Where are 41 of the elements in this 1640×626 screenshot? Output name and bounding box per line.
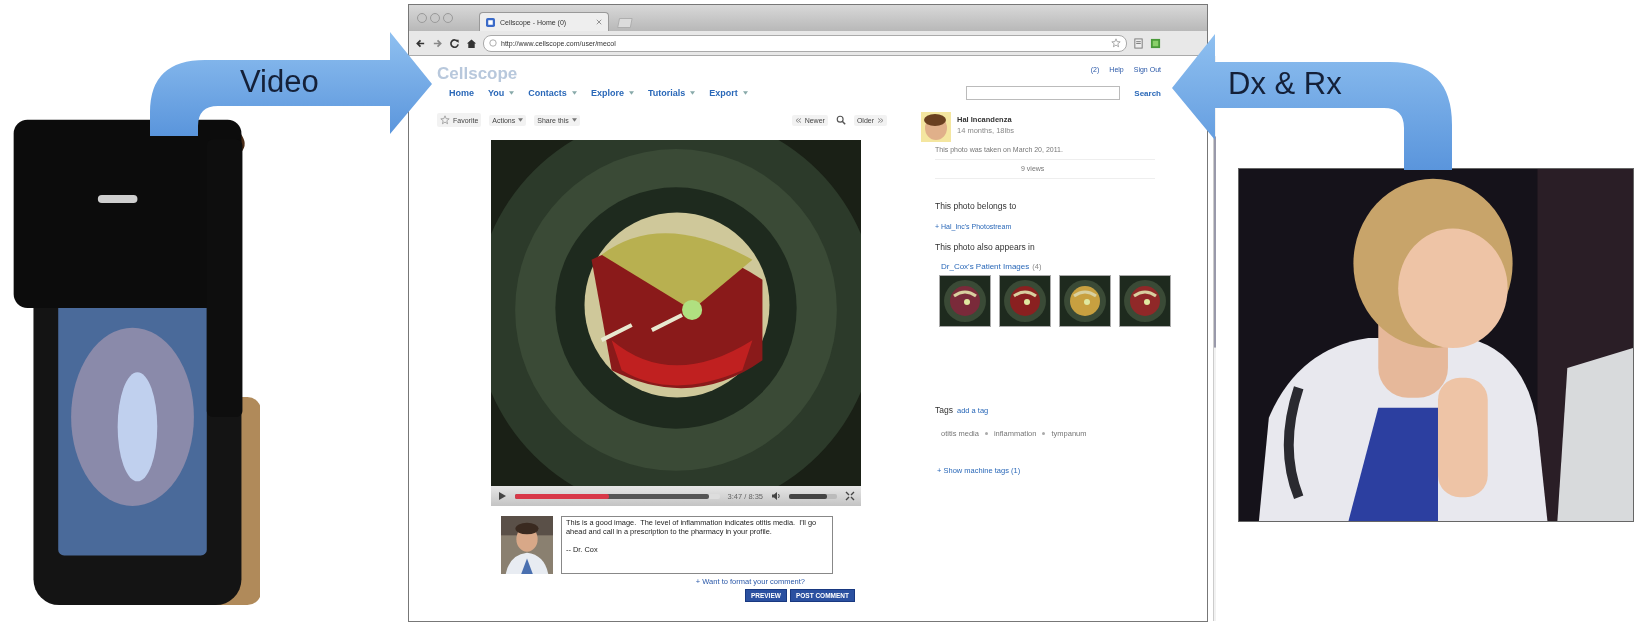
zoom-icon[interactable] bbox=[835, 115, 846, 125]
chevron-left-icon bbox=[794, 117, 802, 123]
home-icon[interactable] bbox=[466, 37, 477, 49]
globe-icon bbox=[489, 39, 497, 47]
favicon-icon bbox=[486, 17, 495, 27]
extension-icon[interactable] bbox=[1150, 37, 1161, 49]
section-heading: This photo also appears in bbox=[935, 242, 1035, 252]
scroll-thumb[interactable] bbox=[1214, 136, 1216, 348]
caret-icon bbox=[628, 91, 634, 95]
nav-menu-item[interactable]: You bbox=[488, 88, 515, 98]
caret-icon bbox=[571, 118, 577, 122]
nav-menu-item[interactable]: Home bbox=[449, 88, 474, 98]
forward-icon[interactable] bbox=[432, 37, 443, 49]
chevron-right-icon bbox=[877, 117, 884, 123]
arrow-label: Video bbox=[240, 66, 319, 97]
section-heading: Tags bbox=[935, 405, 953, 415]
search-field[interactable] bbox=[966, 86, 1121, 100]
close-icon[interactable] bbox=[596, 19, 602, 25]
star-icon[interactable] bbox=[1111, 38, 1121, 48]
scrollbar[interactable] bbox=[1213, 56, 1216, 621]
star-icon bbox=[440, 115, 450, 125]
caret-icon bbox=[518, 118, 524, 122]
caret-icon bbox=[571, 91, 577, 95]
page-icon[interactable] bbox=[1133, 37, 1144, 49]
nav-menu-item[interactable]: Explore bbox=[590, 88, 634, 98]
arrow-label: Dx & Rx bbox=[1228, 68, 1342, 99]
set-link[interactable]: Dr_Cox's Patient Images bbox=[941, 262, 1030, 271]
search-button[interactable]: Search bbox=[1134, 88, 1161, 98]
caret-icon bbox=[509, 91, 515, 95]
fullscreen-icon[interactable] bbox=[845, 491, 855, 501]
nav-menu-item[interactable]: Tutorials bbox=[647, 88, 696, 98]
speaker-icon[interactable] bbox=[771, 491, 781, 501]
reload-icon[interactable] bbox=[449, 37, 460, 49]
play-icon[interactable] bbox=[497, 491, 507, 501]
section-heading: This photo belongs to bbox=[935, 201, 1017, 211]
caret-icon bbox=[742, 91, 748, 95]
nav-menu-item[interactable]: Contacts bbox=[528, 88, 577, 98]
caret-icon bbox=[690, 91, 696, 95]
back-icon[interactable] bbox=[415, 37, 426, 49]
nav-menu-item[interactable]: Export bbox=[709, 88, 748, 98]
volume-slider[interactable] bbox=[789, 493, 837, 499]
